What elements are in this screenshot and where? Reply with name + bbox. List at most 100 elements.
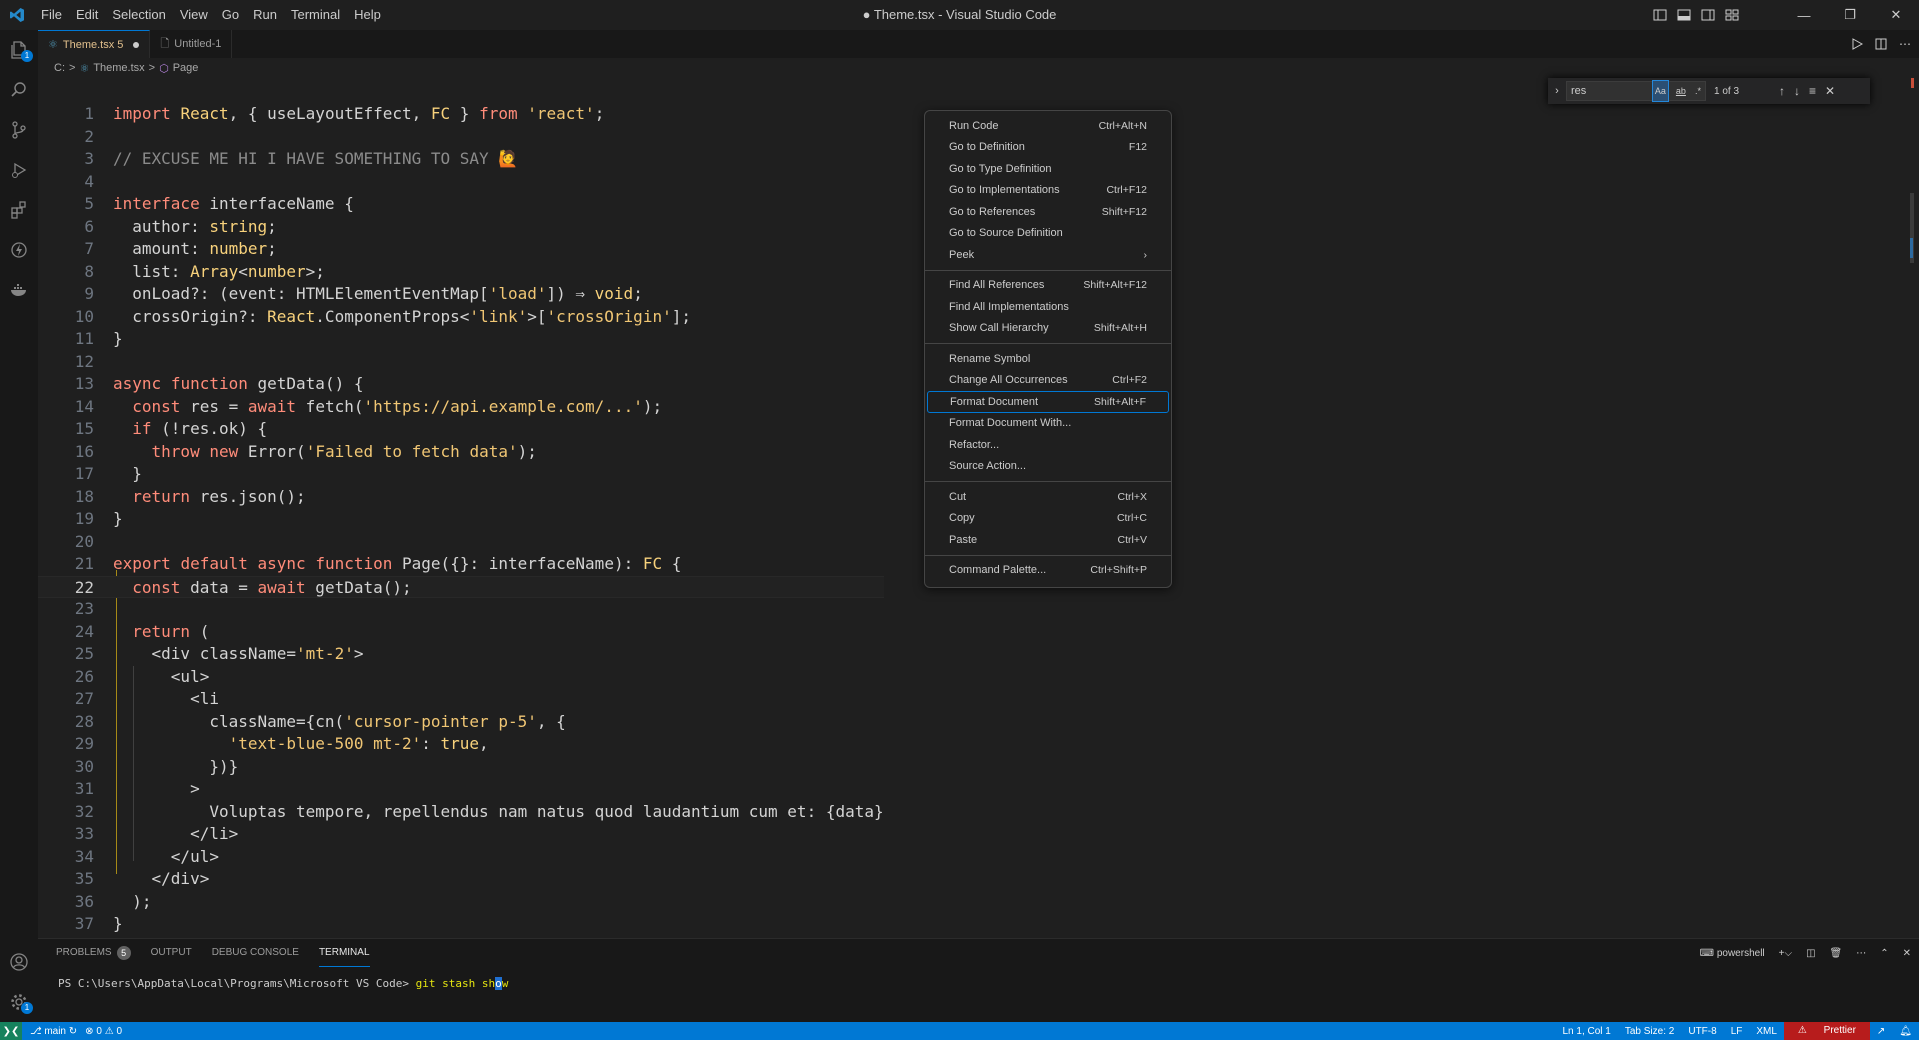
code-line[interactable]: 35 </div> bbox=[38, 868, 884, 891]
menu-item-format-document-with[interactable]: Format Document With... bbox=[927, 413, 1169, 435]
toggle-panel-icon[interactable] bbox=[1677, 8, 1691, 22]
code-line[interactable]: 6 author: string; bbox=[38, 216, 884, 239]
tab-untitled-1[interactable]: 🗋 Untitled-1 bbox=[150, 30, 233, 58]
code-line[interactable]: 9 onLoad?: (event: HTMLElementEventMap['… bbox=[38, 283, 884, 306]
accounts-icon[interactable] bbox=[0, 942, 38, 982]
menu-help[interactable]: Help bbox=[347, 0, 388, 30]
prettier-status[interactable]: ⚠ Prettier bbox=[1783, 1022, 1870, 1040]
tab-problems[interactable]: PROBLEMS 5 bbox=[56, 940, 131, 966]
end-of-line[interactable]: LF bbox=[1724, 1026, 1750, 1037]
split-editor-icon[interactable] bbox=[1875, 38, 1887, 50]
extensions-icon[interactable] bbox=[0, 190, 38, 230]
maximize-panel-chevron-up-icon[interactable]: ⌃ bbox=[1880, 948, 1888, 959]
code-line[interactable]: 26 <ul> bbox=[38, 666, 884, 689]
code-line[interactable]: 28 className={cn('cursor-pointer p-5', { bbox=[38, 711, 884, 734]
code-line[interactable]: 15 if (!res.ok) { bbox=[38, 418, 884, 441]
code-line[interactable]: 10 crossOrigin?: React.ComponentProps<'l… bbox=[38, 306, 884, 329]
menu-item-go-to-implementations[interactable]: Go to Implementations Ctrl+F12 bbox=[927, 180, 1169, 202]
code-line[interactable]: 12 bbox=[38, 351, 884, 374]
new-terminal-plus-icon[interactable]: +⌵ bbox=[1779, 948, 1792, 959]
editor-scrollbar[interactable] bbox=[1910, 78, 1919, 938]
terminal-output[interactable]: PS C:\Users\AppData\Local\Programs\Micro… bbox=[38, 977, 1919, 990]
menu-item-copy[interactable]: Copy Ctrl+C bbox=[927, 508, 1169, 530]
tab-debug-console[interactable]: DEBUG CONSOLE bbox=[212, 940, 299, 966]
split-terminal-icon[interactable]: ◫ bbox=[1806, 948, 1815, 959]
match-case-toggle[interactable]: Aa bbox=[1651, 80, 1669, 102]
code-line[interactable]: 33 </li> bbox=[38, 823, 884, 846]
manage-gear-icon[interactable]: 1 bbox=[0, 982, 38, 1022]
menu-item-change-all-occurrences[interactable]: Change All Occurrences Ctrl+F2 bbox=[927, 370, 1169, 392]
menu-item-go-to-references[interactable]: Go to References Shift+F12 bbox=[927, 201, 1169, 223]
notifications-bell-icon[interactable]: 🔔︎ bbox=[1892, 1026, 1919, 1037]
menu-item-source-action[interactable]: Source Action... bbox=[927, 456, 1169, 478]
menu-file[interactable]: File bbox=[34, 0, 69, 30]
terminal-profile[interactable]: ⌨ powershell bbox=[1700, 948, 1765, 959]
code-line[interactable]: 18 return res.json(); bbox=[38, 486, 884, 509]
code-line[interactable]: 2 bbox=[38, 126, 884, 149]
tab-theme-tsx[interactable]: ⚛ Theme.tsx 5 bbox=[38, 30, 151, 58]
code-line[interactable]: 32 Voluptas tempore, repellendus nam nat… bbox=[38, 801, 884, 824]
menu-item-format-document[interactable]: Format Document Shift+Alt+F bbox=[927, 391, 1169, 413]
encoding[interactable]: UTF-8 bbox=[1681, 1026, 1723, 1037]
remote-explorer-icon[interactable] bbox=[0, 230, 38, 270]
code-line[interactable]: 19} bbox=[38, 508, 884, 531]
code-line[interactable]: 17 } bbox=[38, 463, 884, 486]
minimize-icon[interactable]: — bbox=[1781, 0, 1827, 30]
explorer-icon[interactable]: 1 bbox=[0, 30, 38, 70]
code-line[interactable]: 36 ); bbox=[38, 891, 884, 914]
search-icon[interactable] bbox=[0, 70, 38, 110]
docker-icon[interactable] bbox=[0, 270, 38, 310]
menu-item-go-to-type-definition[interactable]: Go to Type Definition bbox=[927, 158, 1169, 180]
menu-item-go-to-definition[interactable]: Go to Definition F12 bbox=[927, 137, 1169, 159]
run-code-icon[interactable] bbox=[1851, 38, 1863, 50]
code-line[interactable]: 7 amount: number; bbox=[38, 238, 884, 261]
code-line[interactable]: 13 async function getData() { bbox=[38, 373, 884, 396]
menu-go[interactable]: Go bbox=[215, 0, 246, 30]
code-line[interactable]: 8 list: Array<number>; bbox=[38, 261, 884, 284]
language-mode[interactable]: XML bbox=[1749, 1026, 1784, 1037]
menu-item-paste[interactable]: Paste Ctrl+V bbox=[927, 529, 1169, 551]
menu-view[interactable]: View bbox=[173, 0, 215, 30]
branch-status[interactable]: ⎇ main ↻ bbox=[30, 1026, 77, 1037]
menu-edit[interactable]: Edit bbox=[69, 0, 105, 30]
find-in-selection-icon[interactable]: ≡ bbox=[1809, 84, 1816, 98]
menu-run[interactable]: Run bbox=[246, 0, 284, 30]
menu-item-find-all-implementations[interactable]: Find All Implementations bbox=[927, 296, 1169, 318]
find-input[interactable]: res Aa ab .* bbox=[1566, 80, 1706, 102]
code-line[interactable]: 3 // EXCUSE ME HI I HAVE SOMETHING TO SAY… bbox=[38, 148, 884, 171]
menu-item-go-to-source-definition[interactable]: Go to Source Definition bbox=[927, 223, 1169, 245]
cursor-position[interactable]: Ln 1, Col 1 bbox=[1555, 1026, 1617, 1037]
close-panel-icon[interactable]: ✕ bbox=[1903, 948, 1911, 959]
menu-item-find-all-references[interactable]: Find All References Shift+Alt+F12 bbox=[927, 275, 1169, 297]
menu-item-command-palette[interactable]: Command Palette... Ctrl+Shift+P bbox=[927, 560, 1169, 582]
code-line[interactable]: 1 import React, { useLayoutEffect, FC } f… bbox=[38, 103, 884, 126]
menu-item-refactor[interactable]: Refactor... bbox=[927, 434, 1169, 456]
code-line[interactable]: 25 <div className='mt-2'> bbox=[38, 643, 884, 666]
unsaved-dot-icon[interactable] bbox=[133, 41, 140, 48]
menu-item-rename-symbol[interactable]: Rename Symbol bbox=[927, 348, 1169, 370]
code-line[interactable]: 34 </ul> bbox=[38, 846, 884, 869]
problems-status[interactable]: ⊗ 0 ⚠ 0 bbox=[85, 1026, 122, 1037]
feedback-icon[interactable]: ↗ bbox=[1870, 1026, 1892, 1037]
code-line[interactable]: 37} bbox=[38, 913, 884, 936]
tab-output[interactable]: OUTPUT bbox=[151, 940, 192, 966]
code-line[interactable]: 16 throw new Error('Failed to fetch data… bbox=[38, 441, 884, 464]
use-regex-toggle[interactable]: .* bbox=[1693, 81, 1703, 101]
previous-match-arrow-up-icon[interactable]: ↑ bbox=[1779, 84, 1785, 98]
code-line[interactable]: 27 <li bbox=[38, 688, 884, 711]
code-line[interactable]: 24 return ( bbox=[38, 621, 884, 644]
indentation[interactable]: Tab Size: 2 bbox=[1618, 1026, 1681, 1037]
code-line[interactable]: 22 const data = await getData(); bbox=[38, 575, 884, 598]
menu-item-peek[interactable]: Peek › bbox=[927, 244, 1169, 266]
code-line[interactable]: 21 export default async function Page({}:… bbox=[38, 553, 884, 576]
code-line[interactable]: 14 const res = await fetch('https://api.… bbox=[38, 396, 884, 419]
code-line[interactable]: 20 bbox=[38, 531, 884, 554]
restore-icon[interactable]: ❐ bbox=[1827, 0, 1873, 30]
menu-item-cut[interactable]: Cut Ctrl+X bbox=[927, 486, 1169, 508]
kill-terminal-trash-icon[interactable]: 🗑 bbox=[1830, 948, 1843, 959]
code-lines[interactable]: 1 import React, { useLayoutEffect, FC } f… bbox=[38, 103, 884, 936]
source-control-icon[interactable] bbox=[0, 110, 38, 150]
sync-icon[interactable]: ↻ bbox=[69, 1026, 77, 1037]
code-line[interactable]: 5 interface interfaceName { bbox=[38, 193, 884, 216]
code-line[interactable]: 11} bbox=[38, 328, 884, 351]
